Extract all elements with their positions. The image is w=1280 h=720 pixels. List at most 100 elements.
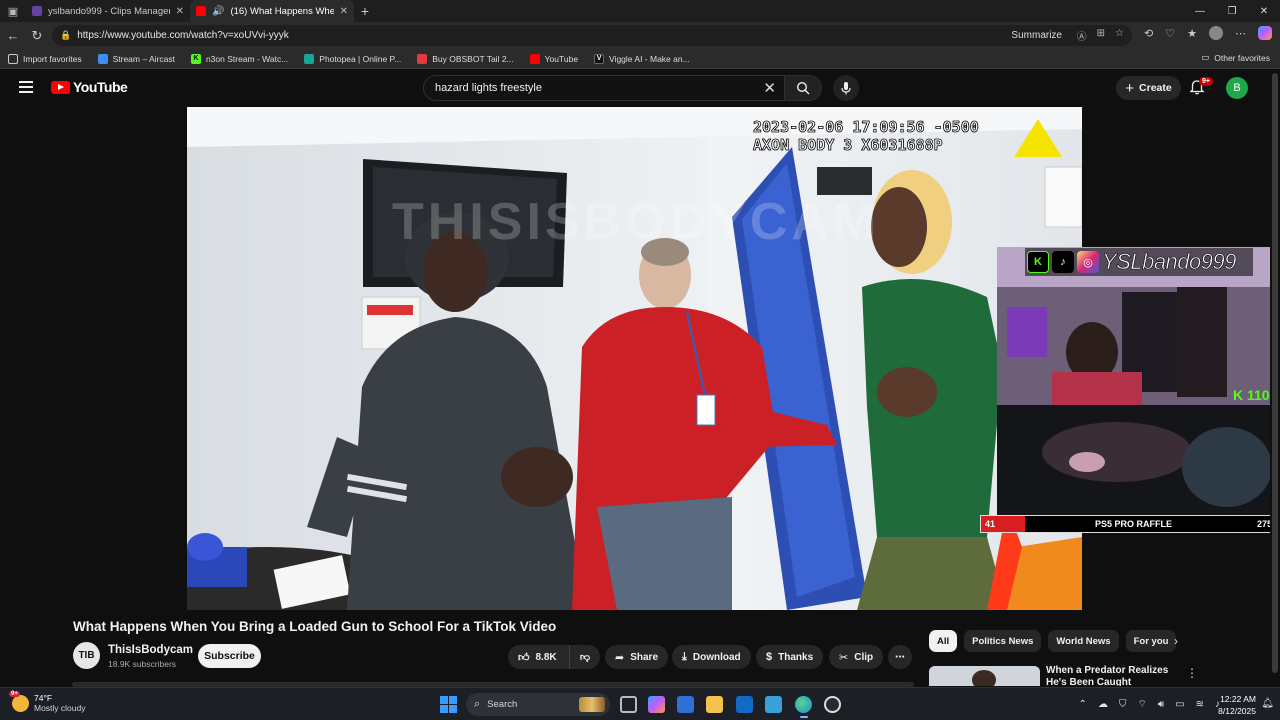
recommendation-more-icon[interactable]: ⋮: [1186, 666, 1198, 680]
edge-icon[interactable]: [795, 696, 812, 718]
obs-icon[interactable]: [824, 696, 841, 713]
network-icon[interactable]: ⌔: [1137, 698, 1146, 711]
monitor-icon[interactable]: ▭: [1175, 699, 1184, 710]
task-view-icon[interactable]: [620, 696, 637, 713]
clip-label: Clip: [854, 651, 874, 663]
favorites-icon[interactable]: ★: [1187, 27, 1197, 40]
thanks-button[interactable]: $ Thanks: [756, 645, 824, 669]
extensions-icon[interactable]: ⟲: [1144, 27, 1153, 40]
browser-essentials-icon[interactable]: ♡: [1165, 27, 1175, 40]
profile-icon[interactable]: [1209, 26, 1223, 40]
url-field[interactable]: 🔒 https://www.youtube.com/watch?v=xoUVvi…: [52, 25, 1132, 46]
copilot-app-icon[interactable]: [648, 696, 665, 713]
browser-tab-bar: ▣ yslbando999 - Clips Manager - Tw ✕ 🔊 (…: [0, 0, 1280, 22]
copilot-icon[interactable]: [1258, 26, 1272, 40]
channel-name[interactable]: ThisIsBodycam: [108, 644, 193, 656]
voice-search-button[interactable]: [833, 75, 859, 101]
account-avatar[interactable]: B: [1226, 77, 1248, 99]
notification-center-icon[interactable]: 🔔︎: [1261, 698, 1274, 709]
file-explorer-icon[interactable]: [706, 696, 723, 713]
minimize-icon[interactable]: —: [1184, 0, 1216, 22]
channel-avatar[interactable]: TIB: [73, 642, 100, 669]
site-info-icon[interactable]: 🔒: [60, 30, 71, 41]
subscribe-button[interactable]: Subscribe: [198, 644, 261, 668]
menu-icon[interactable]: [19, 81, 33, 93]
wifi-icon[interactable]: ≋: [1196, 699, 1204, 710]
recommendation-thumbnail[interactable]: [929, 666, 1040, 686]
search-input[interactable]: hazard lights freestyle ✕: [423, 75, 785, 101]
restore-icon[interactable]: ❐: [1216, 0, 1248, 22]
cloud-icon[interactable]: ☁: [1098, 699, 1108, 710]
notifications-button[interactable]: 9+: [1189, 77, 1213, 97]
thumbs-up-icon: 👍︎: [518, 651, 530, 664]
volume-icon[interactable]: 🔊︎: [1158, 699, 1164, 710]
like-count: 8.8K: [535, 651, 557, 663]
raffle-label: PS5 PRO RAFFLE: [1095, 519, 1173, 529]
close-window-icon[interactable]: ✕: [1248, 0, 1280, 22]
bookmark-label: Import favorites: [23, 53, 82, 64]
store-icon[interactable]: [677, 696, 694, 713]
other-favorites-label: Other favorites: [1214, 52, 1270, 63]
taskbar-search[interactable]: ⌕ Search: [466, 693, 610, 716]
video-player[interactable]: 2023-02-06 17:09:56 -0500 AXON BODY 3 X6…: [187, 107, 1082, 610]
like-button[interactable]: 👍︎ 8.8K: [508, 645, 570, 669]
recommendation-title[interactable]: When a Predator Realizes He's Been Caugh…: [1046, 665, 1178, 686]
folder-icon: [8, 53, 18, 64]
security-icon[interactable]: ⛉: [1119, 699, 1127, 710]
bookmark-viggle[interactable]: V Viggle AI - Make an...: [594, 53, 690, 64]
start-button[interactable]: [440, 696, 457, 713]
photos-icon[interactable]: [765, 696, 782, 713]
logo-wordmark: YouTube: [73, 79, 128, 95]
apps-icon[interactable]: ⊞: [1097, 28, 1105, 43]
outlook-icon[interactable]: [736, 696, 753, 713]
bookmark-photopea[interactable]: Photopea | Online P...: [304, 53, 401, 64]
bookmark-aircast[interactable]: Stream – Aircast: [97, 53, 175, 64]
clock-time: 12:22 AM: [1220, 694, 1256, 704]
page-scrollbar[interactable]: [1270, 69, 1280, 684]
system-clock[interactable]: 12:22 AM 8/12/2025: [1218, 693, 1256, 717]
tab-clips-manager[interactable]: yslbando999 - Clips Manager - Tw ✕: [26, 0, 190, 22]
new-tab-button[interactable]: +: [354, 3, 376, 19]
chevron-up-icon[interactable]: ⌃: [1079, 699, 1087, 710]
scrollbar-thumb[interactable]: [1272, 73, 1278, 673]
read-aloud-icon[interactable]: Ⓐ: [1077, 28, 1087, 43]
weather-widget[interactable]: 9+ 74°F Mostly cloudy: [9, 690, 86, 713]
more-icon[interactable]: ⋯: [1235, 27, 1246, 40]
bookmark-n3on[interactable]: Kn3on Stream - Watc...: [190, 53, 288, 64]
microphone-icon: [841, 82, 851, 95]
other-favorites[interactable]: ▭ Other favorites: [1201, 52, 1270, 63]
more-actions-button[interactable]: ⋯: [888, 645, 912, 669]
weather-icon: 9+: [9, 690, 29, 712]
youtube-logo[interactable]: YouTube: [51, 79, 128, 95]
browser-toolbar-icons: ⟲ ♡ ★ ⋯: [1144, 26, 1272, 40]
dislike-button[interactable]: 👎︎: [570, 651, 600, 663]
clip-button[interactable]: ✂ Clip: [829, 645, 884, 669]
plus-icon: +: [1125, 79, 1135, 97]
speaker-icon[interactable]: 🔊: [212, 6, 224, 17]
close-tab-icon[interactable]: ✕: [340, 6, 348, 17]
chip-world-news[interactable]: World News: [1048, 630, 1119, 652]
video-frame: [187, 107, 1082, 610]
chip-all[interactable]: All: [929, 630, 958, 652]
bookmark-youtube[interactable]: YouTube: [529, 53, 578, 64]
download-button[interactable]: ⤓ Download: [672, 645, 751, 669]
chip-politics-news[interactable]: Politics News: [964, 630, 1042, 652]
refresh-icon[interactable]: ↻: [26, 25, 48, 47]
tab-title: (16) What Happens When Yo: [230, 5, 334, 17]
chevron-right-icon[interactable]: ›: [1174, 634, 1178, 648]
thumbs-down-icon: 👎︎: [579, 652, 591, 663]
create-button[interactable]: + Create: [1116, 76, 1181, 100]
bookmark-import-favorites[interactable]: Import favorites: [8, 53, 82, 64]
close-tab-icon[interactable]: ✕: [176, 6, 184, 17]
share-button[interactable]: ➦ Share: [605, 645, 669, 669]
tab-youtube-video[interactable]: 🔊 (16) What Happens When Yo ✕: [190, 0, 354, 22]
clear-search-icon[interactable]: ✕: [763, 79, 776, 97]
back-icon[interactable]: ←: [2, 25, 24, 47]
favorite-star-icon[interactable]: ☆: [1115, 28, 1124, 43]
chip-for-you[interactable]: For you: [1125, 630, 1177, 652]
search-button[interactable]: [784, 75, 822, 101]
tab-actions-icon[interactable]: ▣: [0, 0, 26, 22]
summarize-button[interactable]: Summarize: [1011, 30, 1062, 41]
bookmark-obsbot[interactable]: Buy OBSBOT Tail 2...: [417, 53, 514, 64]
thanks-label: Thanks: [778, 651, 814, 663]
